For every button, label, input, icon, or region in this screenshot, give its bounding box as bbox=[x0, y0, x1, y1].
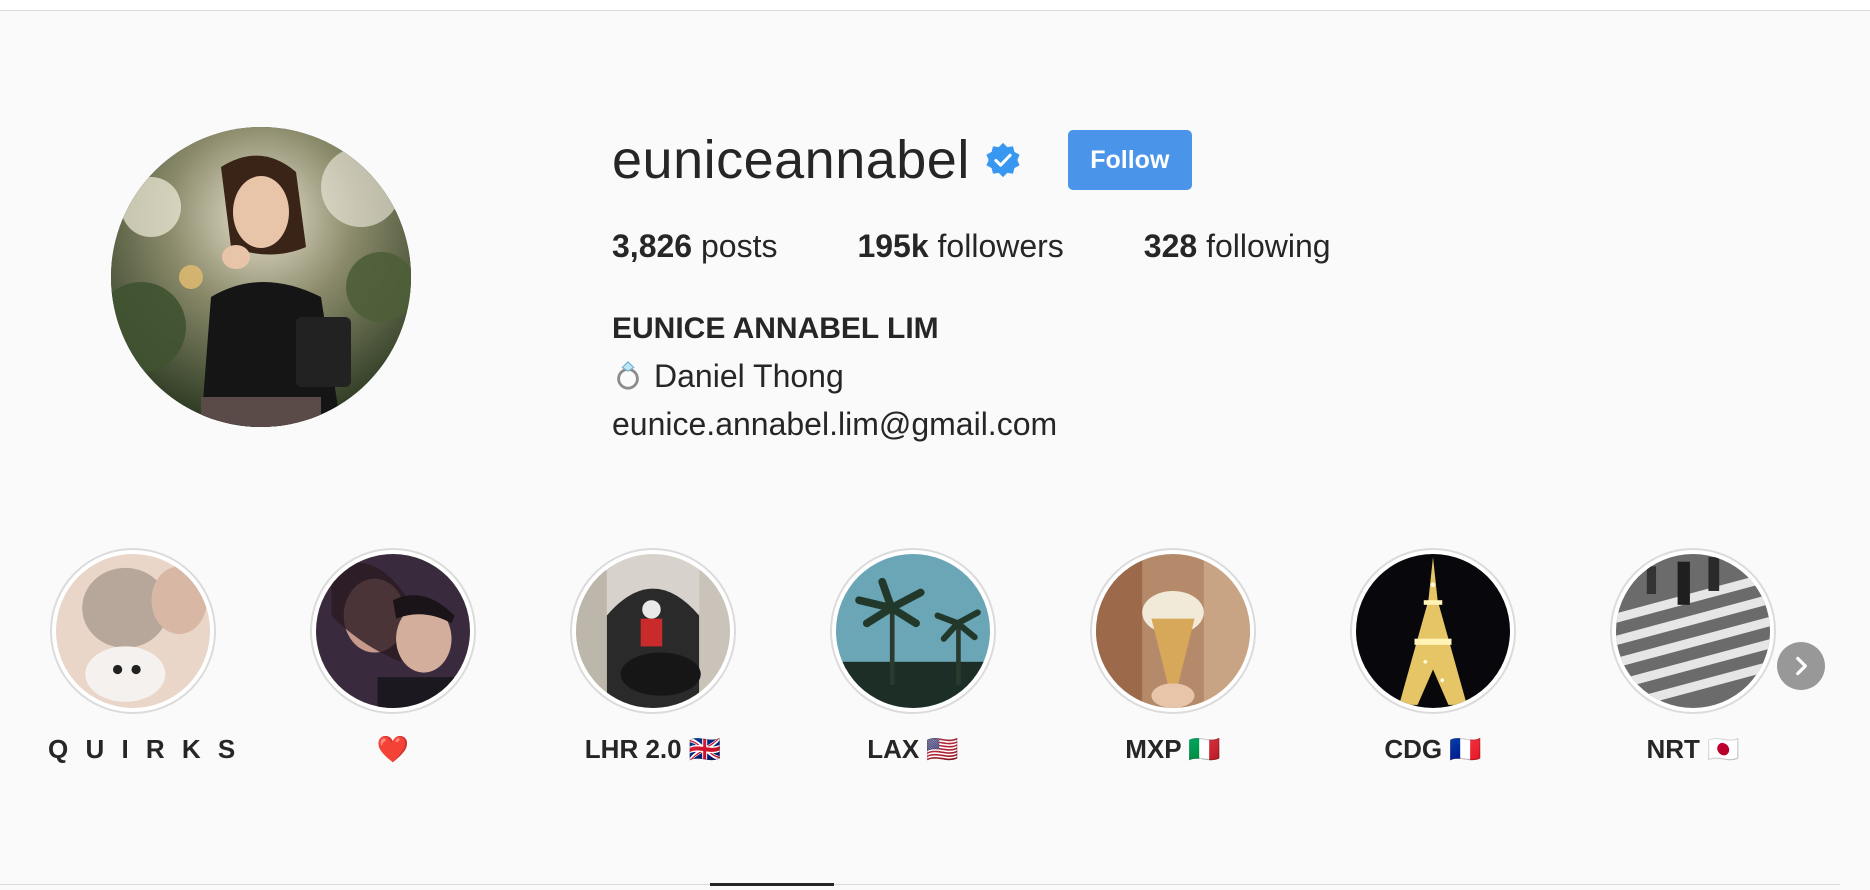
active-tab-indicator bbox=[710, 883, 834, 886]
highlight-label: Q U I R K S bbox=[48, 734, 241, 764]
highlight-thumbnail bbox=[1356, 554, 1510, 708]
bio-line-1: Daniel Thong bbox=[612, 358, 844, 399]
highlight-ring bbox=[1090, 548, 1256, 714]
highlight-item[interactable]: MXP 🇮🇹 bbox=[1088, 548, 1258, 765]
highlight-item[interactable]: LHR 2.0 🇬🇧 bbox=[568, 548, 738, 765]
followers-stat[interactable]: 195k followers bbox=[857, 228, 1063, 265]
highlight-ring bbox=[310, 548, 476, 714]
posts-stat: 3,826 posts bbox=[612, 228, 777, 265]
highlight-ring bbox=[1610, 548, 1776, 714]
username-row: euniceannabel Follow bbox=[612, 125, 1192, 195]
highlight-ring bbox=[570, 548, 736, 714]
full-name: EUNICE ANNABEL LIM bbox=[612, 312, 939, 345]
highlight-ring bbox=[50, 548, 216, 714]
highlight-thumbnail bbox=[316, 554, 470, 708]
username: euniceannabel bbox=[612, 130, 970, 190]
profile-avatar[interactable] bbox=[111, 127, 411, 427]
highlight-item[interactable]: ❤️ bbox=[308, 548, 478, 765]
highlight-label: MXP 🇮🇹 bbox=[1125, 734, 1221, 764]
follow-button[interactable]: Follow bbox=[1067, 130, 1192, 190]
bio-text-1: Daniel Thong bbox=[654, 358, 844, 394]
highlights-next-button[interactable] bbox=[1777, 642, 1825, 690]
highlight-label: NRT 🇯🇵 bbox=[1646, 734, 1740, 764]
verified-badge-icon bbox=[984, 141, 1022, 179]
ring-icon bbox=[612, 359, 644, 399]
story-highlights: Q U I R K S ❤️ LHR 2.0 🇬🇧 LAX 🇺🇸 MXP 🇮🇹 … bbox=[0, 548, 1870, 788]
highlight-item[interactable]: NRT 🇯🇵 bbox=[1608, 548, 1778, 765]
highlight-label: ❤️ bbox=[376, 734, 410, 764]
following-label: following bbox=[1206, 228, 1331, 264]
highlight-ring bbox=[830, 548, 996, 714]
highlight-item[interactable]: Q U I R K S bbox=[48, 548, 241, 765]
following-count: 328 bbox=[1143, 228, 1198, 264]
profile-stats: 3,826 posts 195k followers 328 following bbox=[612, 228, 1411, 265]
followers-label: followers bbox=[937, 228, 1064, 264]
highlight-thumbnail bbox=[576, 554, 730, 708]
highlight-label: LAX 🇺🇸 bbox=[867, 734, 959, 764]
chevron-right-icon bbox=[1796, 656, 1807, 676]
highlight-label: CDG 🇫🇷 bbox=[1384, 734, 1482, 764]
highlight-ring bbox=[1350, 548, 1516, 714]
highlight-item[interactable]: CDG 🇫🇷 bbox=[1348, 548, 1518, 765]
following-stat[interactable]: 328 following bbox=[1144, 228, 1331, 265]
posts-count: 3,826 bbox=[612, 228, 693, 264]
highlight-thumbnail bbox=[836, 554, 990, 708]
tab-divider bbox=[0, 884, 1840, 885]
highlight-label: LHR 2.0 🇬🇧 bbox=[584, 734, 722, 764]
highlight-thumbnail bbox=[1096, 554, 1250, 708]
followers-count: 195k bbox=[857, 228, 929, 264]
highlight-thumbnail bbox=[1616, 554, 1770, 708]
profile-page: euniceannabel Follow 3,826 posts 195k fo… bbox=[0, 0, 1870, 890]
highlight-thumbnail bbox=[56, 554, 210, 708]
top-nav-border bbox=[0, 0, 1870, 11]
highlight-item[interactable]: LAX 🇺🇸 bbox=[828, 548, 998, 765]
posts-label: posts bbox=[700, 228, 778, 264]
bio-email: eunice.annabel.lim@gmail.com bbox=[612, 406, 1058, 442]
